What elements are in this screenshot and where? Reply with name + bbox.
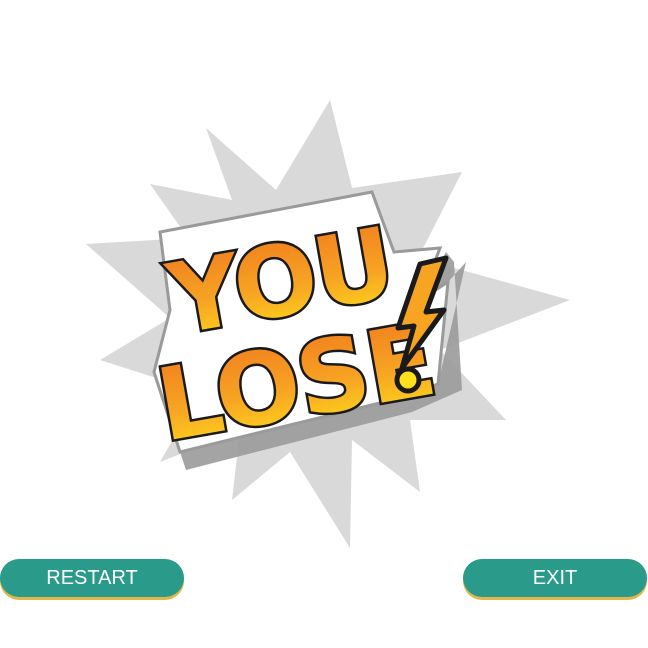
game-over-screen: YOU LOSE RESTART EXIT [0, 0, 648, 648]
exclamation-dot [394, 366, 422, 394]
restart-button[interactable]: RESTART [0, 559, 184, 597]
exit-button[interactable]: EXIT [463, 559, 647, 597]
game-over-graphic: YOU LOSE [86, 100, 570, 548]
